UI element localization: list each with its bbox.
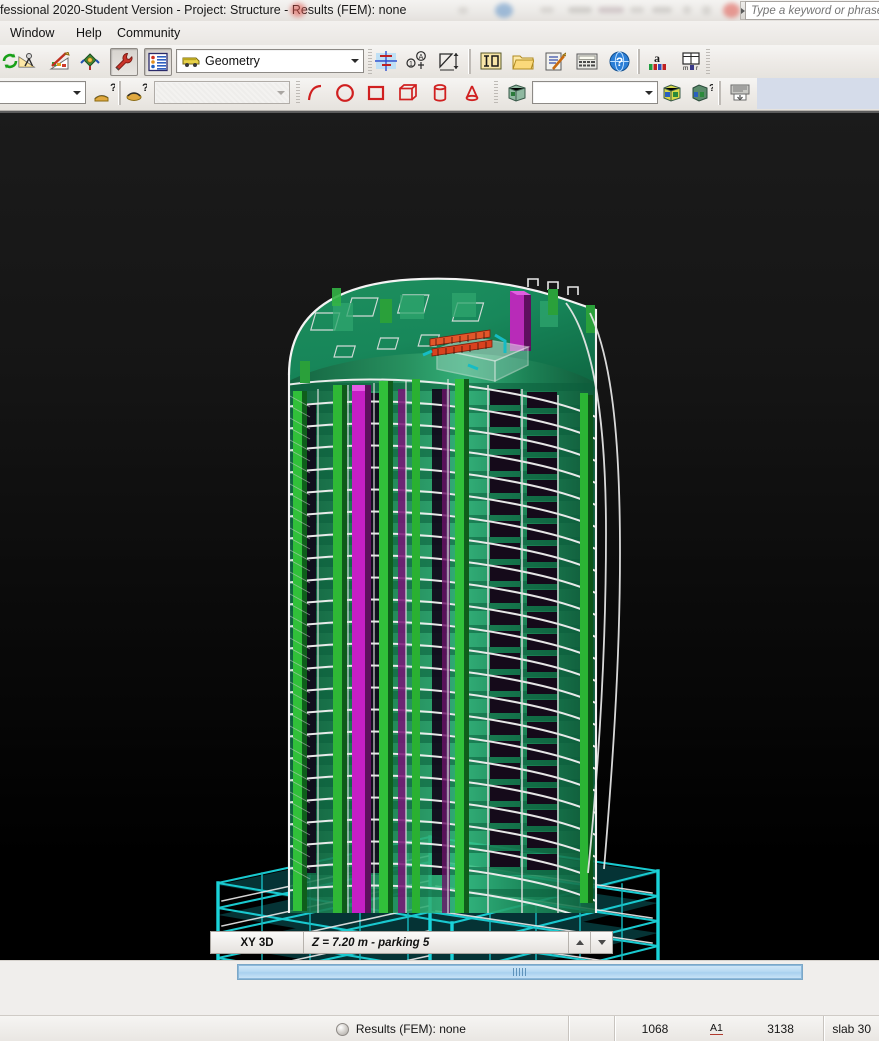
calculator-icon[interactable]	[575, 49, 599, 73]
help-globe-icon[interactable]: ?	[607, 49, 631, 73]
mesh-combo[interactable]	[532, 81, 658, 104]
support-query-icon[interactable]: ?	[124, 81, 148, 105]
chevron-down-icon-4[interactable]	[641, 82, 657, 103]
level-up-button[interactable]	[569, 932, 591, 953]
section-combo[interactable]	[0, 81, 86, 104]
toolbar-gripper-4[interactable]	[494, 81, 498, 105]
view-type-value: Geometry	[205, 54, 260, 68]
status-bar-spacer	[0, 1016, 328, 1041]
search-input[interactable]	[745, 1, 879, 20]
toolbar-separator	[468, 49, 471, 74]
cone-icon[interactable]	[460, 81, 484, 105]
a1-glyph-icon: A1	[710, 1022, 723, 1035]
view-level-bar[interactable]: XY 3D Z = 7.20 m - parking 5	[210, 931, 613, 954]
menu-item-window[interactable]: Window	[6, 25, 58, 41]
print-preview-icon[interactable]	[728, 81, 752, 105]
search-box[interactable]	[740, 1, 879, 20]
support-combo[interactable]	[154, 81, 290, 104]
status-bar: Results (FEM): none 1068 A1 3138 slab 30	[0, 1015, 879, 1041]
robot-structural-analysis-window: fessional 2020-Student Version - Project…	[0, 0, 879, 1041]
geometry-icon	[177, 54, 200, 68]
status-node-count: 1068	[613, 1016, 695, 1041]
curve-icon[interactable]	[303, 81, 327, 105]
view-type-combo[interactable]: Geometry	[176, 49, 364, 73]
svg-text:a: a	[654, 51, 660, 65]
display-settings-icon[interactable]	[15, 49, 39, 73]
menu-item-help[interactable]: Help	[72, 25, 106, 41]
horizontal-scrollbar-thumb[interactable]	[238, 965, 802, 979]
section-definition-icon[interactable]	[479, 49, 503, 73]
mesh-help-icon[interactable]: ?	[690, 81, 714, 105]
core-head	[510, 291, 531, 351]
model-viewport-3d[interactable]: mostaql.com	[0, 111, 879, 962]
svg-text:?: ?	[615, 55, 622, 69]
notes-edit-icon[interactable]	[543, 49, 567, 73]
svg-text:m: m	[683, 65, 688, 71]
level-down-button[interactable]	[591, 932, 612, 953]
title-bar-obscured-region	[440, 0, 740, 21]
svg-text:1: 1	[409, 61, 413, 68]
view-plane-label[interactable]: XY 3D	[211, 932, 304, 953]
svg-text:?: ?	[709, 83, 713, 94]
toolbar-gripper-2[interactable]	[706, 49, 710, 74]
status-units-indicator[interactable]: A1	[695, 1016, 738, 1041]
status-element-count: 3138	[767, 1022, 794, 1036]
toolbar-separator-4	[718, 81, 721, 105]
toolbar-secondary: ? ?	[0, 78, 879, 111]
svg-text:A: A	[419, 54, 424, 61]
menu-bar: Window Help Community	[0, 21, 879, 46]
toolbar-empty-area	[757, 78, 879, 109]
chevron-down-icon-2[interactable]	[69, 82, 85, 103]
results-status-led-icon	[335, 1022, 349, 1036]
grid-snap-icon[interactable]	[374, 49, 398, 73]
text-color-icon[interactable]: a	[645, 49, 669, 73]
chevron-down-icon-3[interactable]	[273, 82, 289, 103]
dimension-icon[interactable]	[437, 49, 461, 73]
title-bar-obscured-region-2	[280, 0, 340, 21]
node-numbering-icon[interactable]: 1 A	[405, 49, 429, 73]
tower-structure	[289, 278, 596, 913]
mesh-generate-icon[interactable]	[505, 81, 529, 105]
status-selection-label: slab 30	[823, 1016, 879, 1041]
svg-text:?: ?	[142, 83, 147, 94]
view-attributes-icon[interactable]	[47, 49, 71, 73]
view-level-label[interactable]: Z = 7.20 m - parking 5	[304, 932, 569, 953]
circle-icon[interactable]	[333, 81, 357, 105]
axis-system-icon[interactable]	[78, 49, 102, 73]
horizontal-scrollbar-area	[0, 960, 879, 985]
status-results[interactable]: Results (FEM): none	[328, 1016, 569, 1041]
chevron-down-icon[interactable]	[347, 50, 363, 72]
toolbar-gripper-3[interactable]	[296, 81, 300, 105]
svg-text:?: ?	[110, 83, 115, 94]
table-units-icon[interactable]: m r	[679, 49, 703, 73]
box-icon[interactable]	[396, 81, 420, 105]
wrench-icon[interactable]	[110, 48, 138, 76]
layers-icon[interactable]	[144, 48, 172, 76]
status-results-label: Results (FEM): none	[355, 1022, 466, 1036]
horizontal-scrollbar-track[interactable]	[237, 964, 803, 980]
cylinder-icon[interactable]	[428, 81, 452, 105]
toolbar-separator-2	[637, 49, 640, 74]
structural-model-3d	[216, 277, 660, 962]
toolbar-primary: Geometry 1 A ? a m r	[0, 45, 879, 79]
status-gap	[568, 1016, 614, 1041]
toolbar-gripper[interactable]	[368, 49, 372, 74]
toolbar-separator-3	[118, 81, 121, 105]
window-title: fessional 2020-Student Version - Project…	[0, 3, 407, 17]
open-folder-icon[interactable]	[511, 49, 535, 73]
mesh-color-icon[interactable]	[660, 81, 684, 105]
rectangle-icon[interactable]	[364, 81, 388, 105]
scrollbar-grip-icon	[513, 968, 527, 976]
menu-item-community[interactable]: Community	[113, 25, 184, 41]
section-query-icon[interactable]: ?	[92, 81, 116, 105]
svg-text:r: r	[696, 65, 699, 71]
title-bar: fessional 2020-Student Version - Project…	[0, 0, 879, 22]
